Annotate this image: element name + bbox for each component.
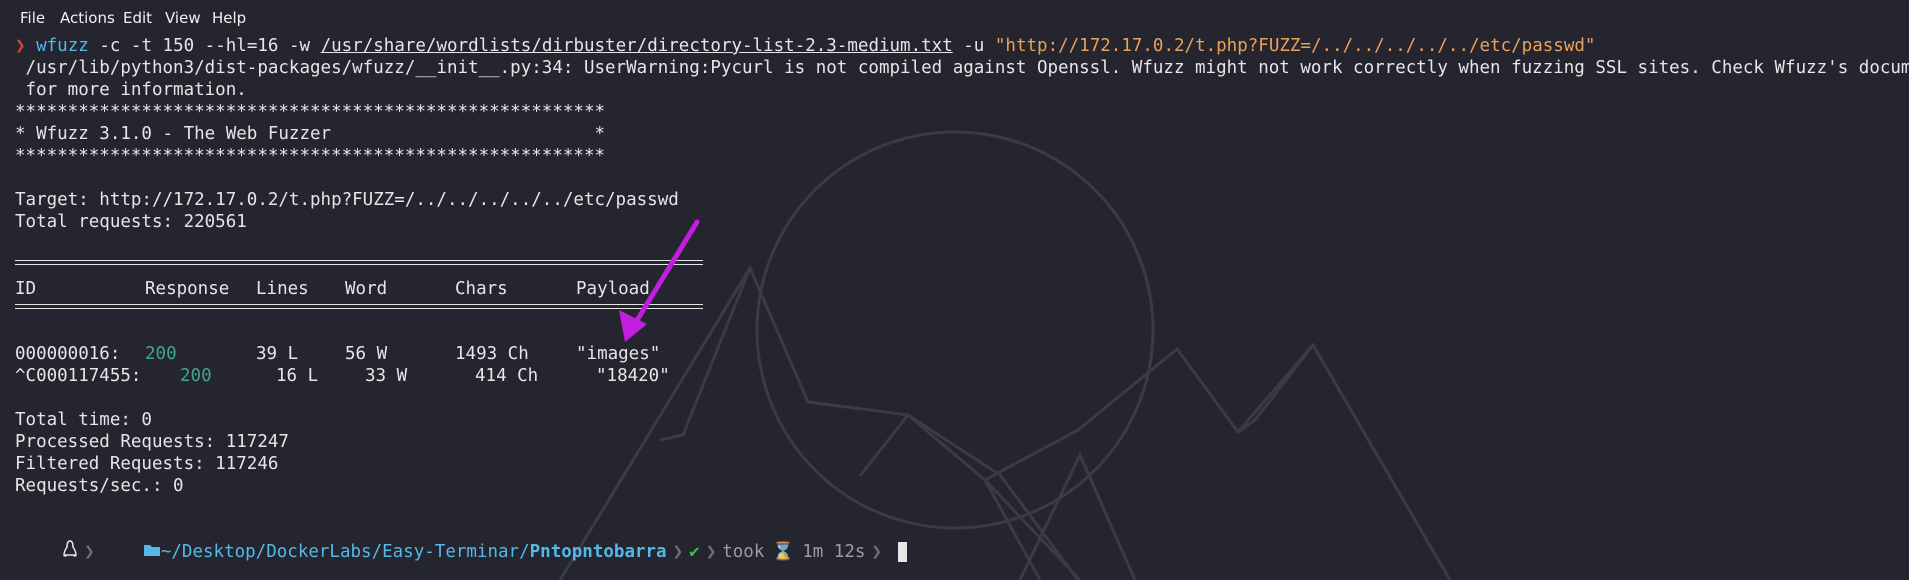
prompt-path-prefix: ~/Desktop/DockerLabs/Easy-Terminar/ xyxy=(160,542,530,562)
duration-value: 1m 12s xyxy=(802,542,866,562)
prompt-current-dir: Pntopntobarra xyxy=(529,542,667,562)
segment-separator-icon: ❯ xyxy=(871,542,882,562)
text-cursor[interactable] xyxy=(897,542,907,562)
took-label: took xyxy=(722,542,765,562)
linux-penguin-icon xyxy=(20,518,78,580)
check-icon: ✔ xyxy=(689,542,700,562)
shell-prompt-bar: ❯ ~/Desktop/DockerLabs/Easy-Terminar/Pnt… xyxy=(20,540,907,563)
segment-separator-icon: ❯ xyxy=(84,542,95,562)
folder-icon xyxy=(101,519,161,580)
hourglass-icon: ⌛ xyxy=(772,542,795,562)
segment-separator-icon: ❯ xyxy=(672,542,684,562)
annotation-arrow-icon xyxy=(619,219,700,342)
segment-separator-icon: ❯ xyxy=(705,542,717,562)
